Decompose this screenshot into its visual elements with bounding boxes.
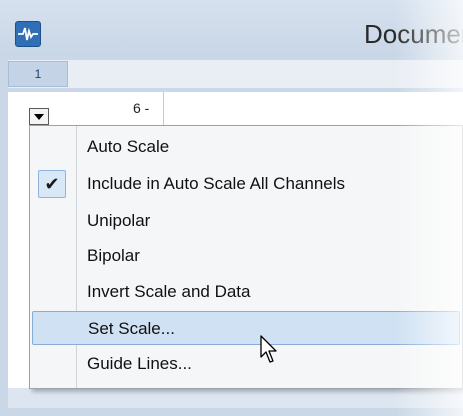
scale-dropdown-button[interactable] [29,108,49,125]
menu-item-label: Invert Scale and Data [87,282,251,301]
channel-tab-strip: 1 [8,60,463,88]
mouse-pointer-icon [260,335,280,370]
waveform-app-icon[interactable] [15,21,41,47]
menu-item-invert-scale[interactable]: Invert Scale and Data [32,275,460,309]
menu-item-label: Set Scale... [88,319,175,338]
menu-item-label: Unipolar [87,211,151,230]
bottom-band [8,388,463,408]
menu-item-include-auto-scale[interactable]: ✔ Include in Auto Scale All Channels [32,167,460,201]
scale-context-menu: Auto Scale ✔ Include in Auto Scale All C… [29,125,463,389]
application-window: Documen 1 6 - Auto Scale ✔ Include in Au… [0,0,463,416]
menu-item-bipolar[interactable]: Bipolar [32,239,460,273]
menu-item-label: Include in Auto Scale All Channels [87,174,346,193]
menu-item-unipolar[interactable]: Unipolar [32,204,460,238]
window-title: Documen [364,19,463,49]
menu-item-guide-lines[interactable]: Guide Lines... [32,347,460,381]
title-bar: Documen [0,0,463,56]
checkmark-icon: ✔ [38,170,66,198]
axis-tick-label: 6 - [133,100,150,116]
menu-item-auto-scale[interactable]: Auto Scale [32,130,460,164]
menu-item-set-scale[interactable]: Set Scale... [32,311,460,345]
dropdown-arrow-icon [34,114,44,120]
menu-item-label: Bipolar [87,246,140,265]
menu-item-label: Auto Scale [87,137,170,156]
tab-channel-1[interactable]: 1 [8,61,68,87]
menu-item-label: Guide Lines... [87,354,192,373]
